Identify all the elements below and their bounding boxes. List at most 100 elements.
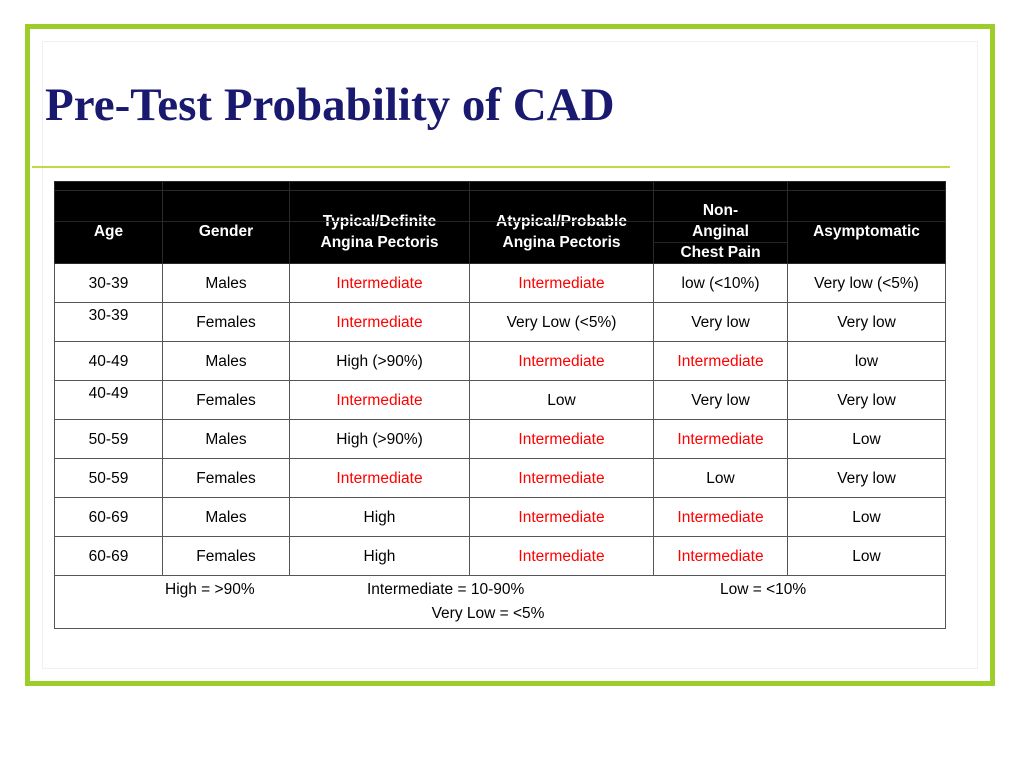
cell-atypical: Very Low (<5%): [469, 302, 654, 342]
cell-nonanginal: Very low: [653, 380, 788, 420]
header-spacer-gender: [162, 181, 290, 191]
cell-text: Intermediate: [336, 274, 423, 292]
header-spacer-nonanginal: [653, 181, 788, 191]
cell-gender: Females: [162, 302, 290, 342]
cell-text: High (>90%): [336, 352, 423, 370]
legend-high: High = >90%: [165, 581, 255, 598]
cell-gender: Males: [162, 341, 290, 381]
cell-atypical: Intermediate: [469, 419, 654, 459]
cell-age: 60-69: [54, 536, 163, 576]
cell-asymptomatic: Low: [787, 419, 946, 459]
cell-nonanginal: Intermediate: [653, 419, 788, 459]
cell-text: 30-39: [88, 306, 129, 324]
cell-nonanginal: Intermediate: [653, 536, 788, 576]
column-header-asymptomatic[interactable]: Asymptomatic: [787, 190, 946, 264]
cell-text: Intermediate: [518, 508, 605, 526]
column-header-nonanginal-chest-pain[interactable]: Non- Anginal Chest Pain: [653, 190, 788, 264]
cell-text: Very low: [837, 391, 896, 409]
cell-typical: High (>90%): [289, 341, 470, 381]
table-row: 60-69 Females High Intermediate Intermediate…: [54, 536, 946, 576]
cell-text: High: [363, 508, 396, 526]
cell-text: 50-59: [88, 469, 129, 487]
cell-nonanginal: Intermediate: [653, 497, 788, 537]
cell-atypical: Intermediate: [469, 536, 654, 576]
cell-gender: Males: [162, 419, 290, 459]
cell-text: Intermediate: [336, 391, 423, 409]
cell-nonanginal: Intermediate: [653, 341, 788, 381]
cell-gender: Males: [162, 497, 290, 537]
column-header-nonanginal-line1: Non-: [702, 202, 739, 219]
cell-nonanginal: Low: [653, 458, 788, 498]
cell-text: Males: [205, 352, 247, 370]
cell-age: 60-69: [54, 497, 163, 537]
column-header-age[interactable]: Age: [54, 190, 163, 264]
cell-text: Low: [706, 469, 735, 487]
cell-text: Intermediate: [518, 547, 605, 565]
header-spacer-atypical: [469, 181, 654, 191]
cell-text: Intermediate: [518, 469, 605, 487]
cell-text: Low: [852, 547, 881, 565]
table-footer: High = >90% Intermediate = 10-90% Low = …: [54, 575, 946, 629]
cell-gender: Females: [162, 380, 290, 420]
cell-asymptomatic: Low: [787, 536, 946, 576]
cell-text: Very low: [691, 391, 750, 409]
table-body: 30-39 Males Intermediate Intermediate low (<…: [54, 263, 946, 576]
table-header-spacer-row: [54, 181, 946, 191]
table-row: 40-49 Males High (>90%) Intermediate Interme…: [54, 341, 946, 381]
legend-line-1: High = >90% Intermediate = 10-90% Low = …: [55, 581, 945, 605]
cell-atypical: Intermediate: [469, 341, 654, 381]
column-header-nonanginal-line3: Chest Pain: [680, 244, 761, 261]
column-header-typical-line1: Typical/Definite: [322, 212, 437, 230]
cell-text: 40-49: [88, 352, 129, 370]
cell-age: 40-49: [54, 341, 163, 381]
cell-text: 40-49: [88, 384, 129, 402]
cell-gender: Males: [162, 263, 290, 303]
cell-nonanginal: Very low: [653, 302, 788, 342]
column-header-gender[interactable]: Gender: [162, 190, 290, 264]
cell-text: Intermediate: [336, 469, 423, 487]
table-row: 60-69 Males High Intermediate Intermediate Lo…: [54, 497, 946, 537]
cell-text: 60-69: [88, 508, 129, 526]
cell-age: 30-39: [54, 302, 163, 342]
column-header-atypical-line2: Angina Pectoris: [502, 233, 621, 251]
cell-text: low (<10%): [681, 274, 760, 292]
header-spacer-asymptomatic: [787, 181, 946, 191]
cell-age: 50-59: [54, 419, 163, 459]
table-header-row: Age Gender Typical/Definite Angina Pecto…: [54, 190, 946, 264]
cell-text: Males: [205, 274, 247, 292]
cell-text: Females: [196, 313, 256, 331]
column-header-gender-line1: Gender: [198, 223, 254, 240]
cell-text: Intermediate: [518, 274, 605, 292]
cell-asymptomatic: low: [787, 341, 946, 381]
cell-text: Intermediate: [677, 430, 764, 448]
table-header: Age Gender Typical/Definite Angina Pecto…: [54, 181, 946, 264]
legend-low: Low = <10%: [720, 581, 807, 598]
cell-asymptomatic: Low: [787, 497, 946, 537]
column-header-typical-line2: Angina Pectoris: [320, 233, 439, 251]
cell-text: Low: [547, 391, 576, 409]
cell-typical: Intermediate: [289, 302, 470, 342]
column-header-typical-angina[interactable]: Typical/Definite Angina Pectoris: [289, 190, 470, 264]
column-header-nonanginal-line2: Anginal: [692, 223, 749, 240]
cell-text: low: [854, 352, 879, 370]
cell-text: Intermediate: [677, 508, 764, 526]
title-underline-rule: [32, 166, 950, 168]
cell-asymptomatic: Very low: [787, 302, 946, 342]
cell-text: Intermediate: [677, 352, 764, 370]
column-header-asymptomatic-line1: Asymptomatic: [813, 223, 920, 240]
cell-typical: Intermediate: [289, 263, 470, 303]
cell-text: 60-69: [88, 547, 129, 565]
cell-atypical: Intermediate: [469, 458, 654, 498]
column-header-atypical-angina[interactable]: Atypical/Probable Angina Pectoris: [469, 190, 654, 264]
header-spacer-typical: [289, 181, 470, 191]
legend-very-low: Very Low = <5%: [431, 605, 545, 622]
page-title: Pre-Test Probability of CAD: [45, 79, 615, 131]
cell-text: Very Low (<5%): [506, 313, 617, 331]
cell-asymptomatic: Very low (<5%): [787, 263, 946, 303]
cell-gender: Females: [162, 458, 290, 498]
cell-text: Intermediate: [518, 430, 605, 448]
cell-age: 40-49: [54, 380, 163, 420]
cell-typical: Intermediate: [289, 380, 470, 420]
table-row: 50-59 Males High (>90%) Intermediate Interme…: [54, 419, 946, 459]
legend-intermediate: Intermediate = 10-90%: [367, 581, 525, 598]
